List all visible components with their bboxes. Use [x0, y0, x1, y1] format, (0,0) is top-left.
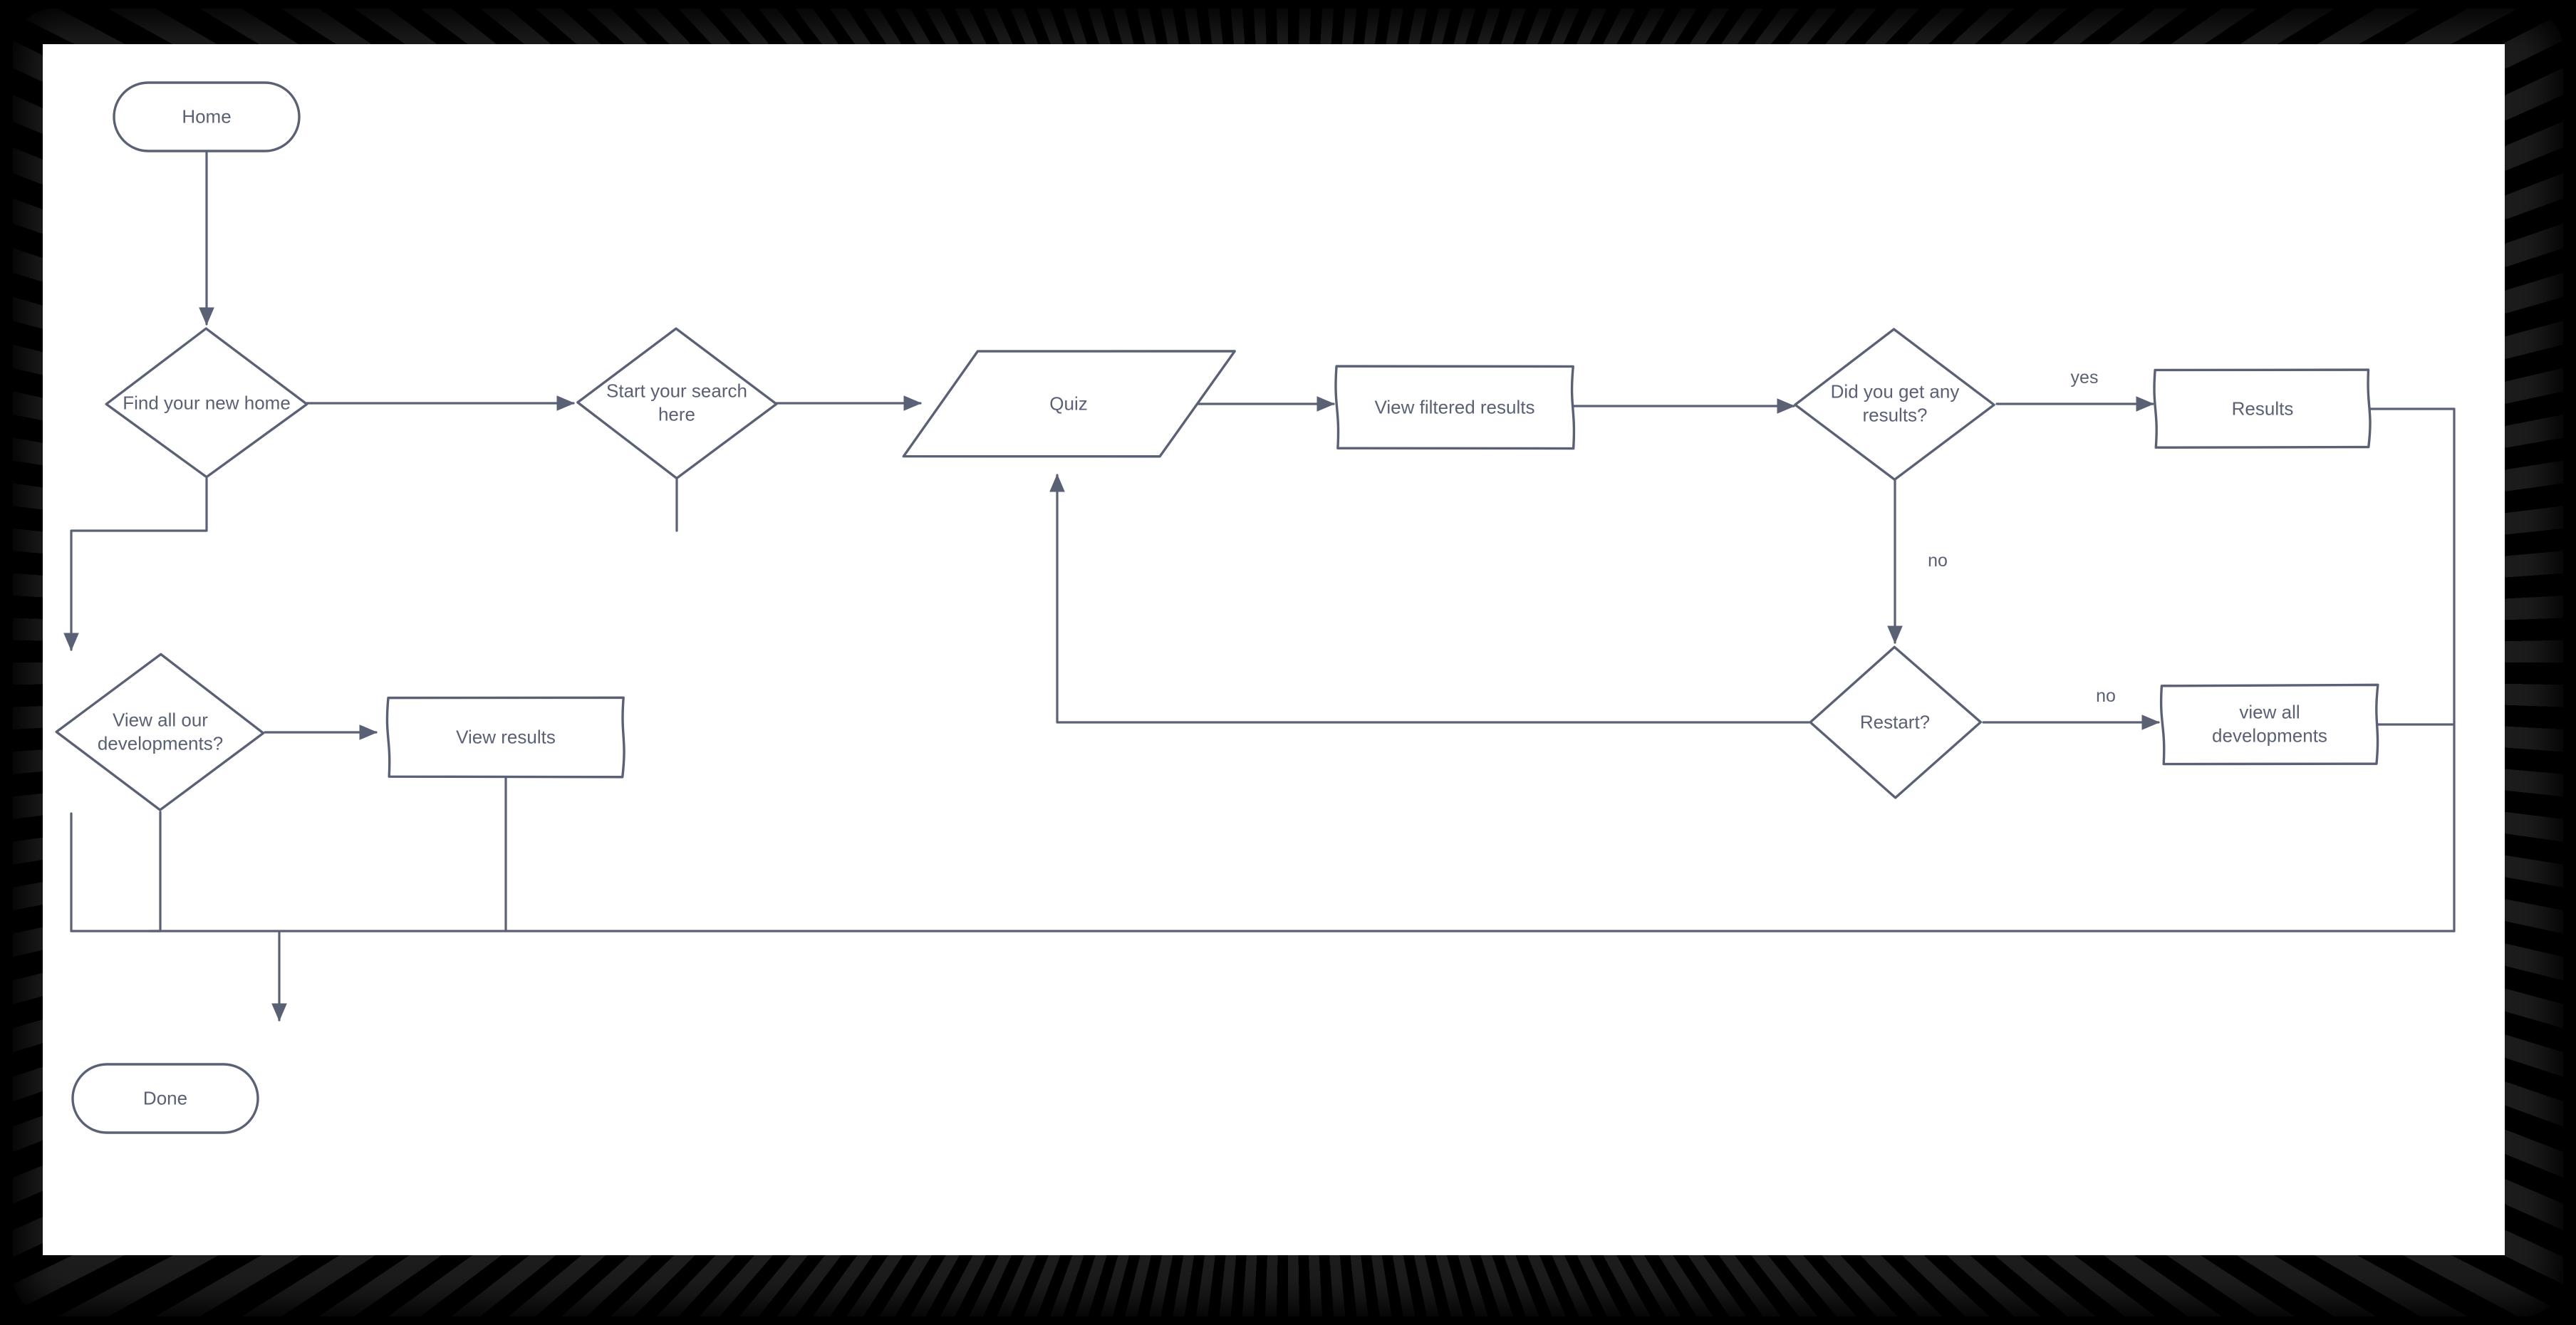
- edge-label-no_results: no: [1928, 551, 1948, 571]
- node-shape-view_all_dev_q[interactable]: [55, 653, 265, 811]
- edge-label-no_restart: no: [2096, 686, 2116, 706]
- node-shape-results[interactable]: [2153, 368, 2372, 449]
- screenshot-frame: Home Find your new home Start your search …: [0, 0, 2576, 1325]
- flowchart-svg: [55, 81, 2456, 1134]
- node-shape-home[interactable]: [113, 81, 301, 152]
- node-shape-done[interactable]: [71, 1063, 259, 1134]
- edge-results-right-down: [2369, 407, 2456, 932]
- node-shape-find_home[interactable]: [105, 327, 308, 479]
- edge-label-yes_results: yes: [2070, 368, 2099, 388]
- node-shape-view_filtered[interactable]: [1334, 365, 1576, 450]
- node-shape-view_results[interactable]: [385, 696, 625, 779]
- nodes-layer: [55, 81, 2379, 1134]
- edge-find-down-bus: [63, 477, 208, 651]
- node-shape-restart[interactable]: [1809, 645, 1983, 799]
- node-shape-did_get_results[interactable]: [1794, 328, 1995, 481]
- edge-restart-yes-to-quiz: [1049, 474, 1810, 724]
- node-shape-view_all_dev[interactable]: [2159, 683, 2379, 766]
- node-shape-start_search[interactable]: [576, 327, 778, 480]
- node-shape-quiz[interactable]: [902, 350, 1236, 458]
- edges-layer: [63, 150, 2456, 1022]
- edge-viewalldevq-down: [148, 811, 162, 932]
- flowchart-canvas[interactable]: Home Find your new home Start your search …: [43, 44, 2505, 1255]
